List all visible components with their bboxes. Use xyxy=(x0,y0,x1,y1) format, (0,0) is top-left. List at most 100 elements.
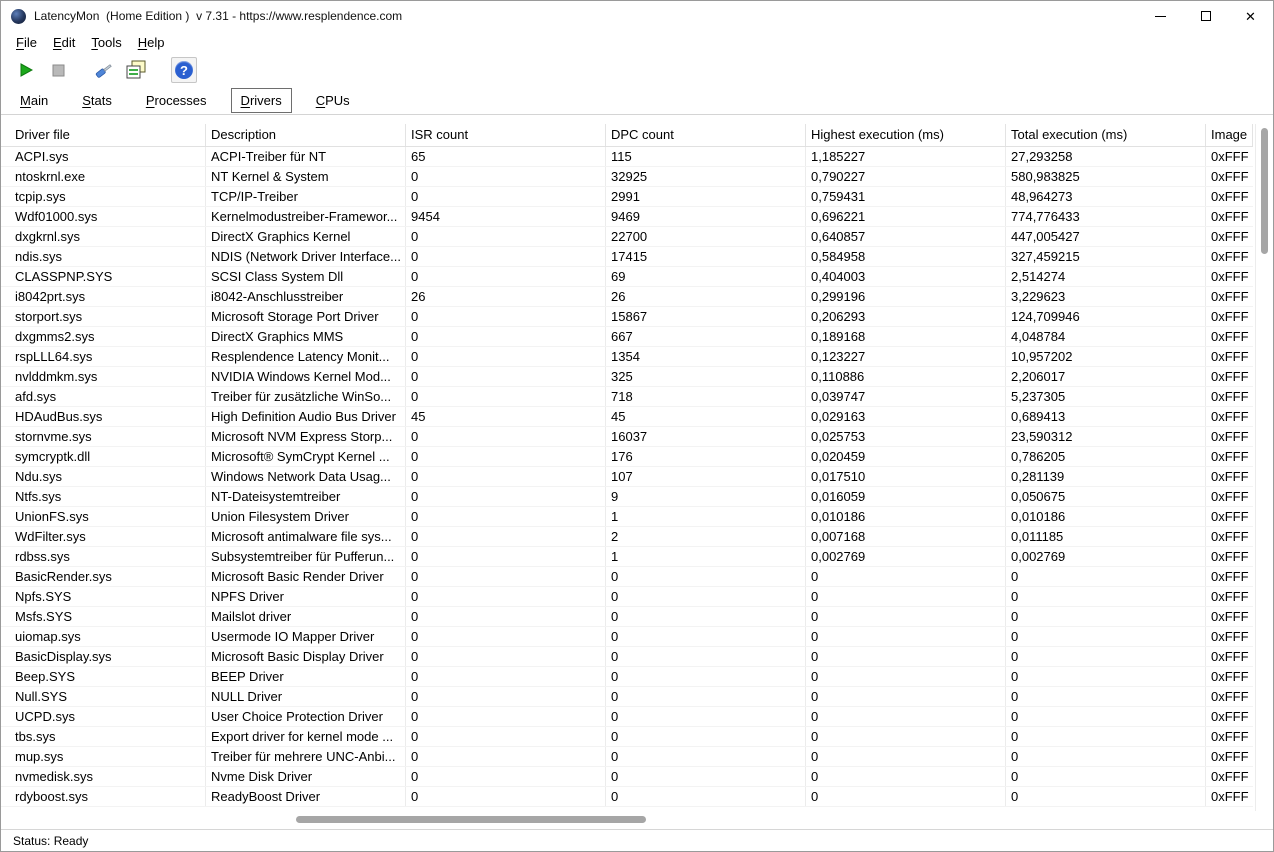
table-row[interactable]: storport.sysMicrosoft Storage Port Drive… xyxy=(1,307,1253,327)
close-button[interactable]: ✕ xyxy=(1228,1,1273,31)
table-row[interactable]: tcpip.sysTCP/IP-Treiber029910,75943148,9… xyxy=(1,187,1253,207)
table-row[interactable]: rdbss.sysSubsystemtreiber für Pufferun..… xyxy=(1,547,1253,567)
cell: tcpip.sys xyxy=(1,187,206,206)
tab-drivers[interactable]: Drivers xyxy=(231,88,292,113)
cell: ReadyBoost Driver xyxy=(206,787,406,806)
window-controls: ✕ xyxy=(1138,1,1273,31)
cell: Null.SYS xyxy=(1,687,206,706)
table-row[interactable]: WdFilter.sysMicrosoft antimalware file s… xyxy=(1,527,1253,547)
cell: 0,404003 xyxy=(806,267,1006,286)
tab-stats[interactable]: Stats xyxy=(72,88,122,113)
vertical-scrollbar-thumb[interactable] xyxy=(1261,128,1268,254)
table-row[interactable]: Ntfs.sysNT-Dateisystemtreiber090,0160590… xyxy=(1,487,1253,507)
report-button[interactable] xyxy=(123,57,149,83)
tab-processes[interactable]: Processes xyxy=(136,88,217,113)
table-row[interactable]: nvlddmkm.sysNVIDIA Windows Kernel Mod...… xyxy=(1,367,1253,387)
menu-item-file[interactable]: File xyxy=(8,33,45,52)
minimize-button[interactable] xyxy=(1138,1,1183,31)
cell: Microsoft Storage Port Driver xyxy=(206,307,406,326)
table-row[interactable]: ntoskrnl.exeNT Kernel & System0329250,79… xyxy=(1,167,1253,187)
table-row[interactable]: dxgkrnl.sysDirectX Graphics Kernel022700… xyxy=(1,227,1253,247)
cell: 0xFFF xyxy=(1206,307,1253,326)
column-header-dpc-count[interactable]: DPC count xyxy=(606,124,806,146)
start-monitor-button[interactable] xyxy=(13,57,39,83)
cell: 0,029163 xyxy=(806,407,1006,426)
table-row[interactable]: uiomap.sysUsermode IO Mapper Driver00000… xyxy=(1,627,1253,647)
horizontal-scrollbar[interactable] xyxy=(1,813,1253,826)
cell: 0xFFF xyxy=(1206,707,1253,726)
cell: Usermode IO Mapper Driver xyxy=(206,627,406,646)
cell: nvmedisk.sys xyxy=(1,767,206,786)
table-row[interactable]: symcryptk.dllMicrosoft® SymCrypt Kernel … xyxy=(1,447,1253,467)
cell: 0 xyxy=(806,687,1006,706)
table-row[interactable]: Beep.SYSBEEP Driver00000xFFF xyxy=(1,667,1253,687)
cell: 45 xyxy=(606,407,806,426)
cell: Ndu.sys xyxy=(1,467,206,486)
tools-button[interactable] xyxy=(91,57,117,83)
cell: 0 xyxy=(406,167,606,186)
horizontal-scrollbar-thumb[interactable] xyxy=(296,816,646,823)
table-row[interactable]: dxgmms2.sysDirectX Graphics MMS06670,189… xyxy=(1,327,1253,347)
cell: 0,010186 xyxy=(806,507,1006,526)
table-row[interactable]: BasicDisplay.sysMicrosoft Basic Display … xyxy=(1,647,1253,667)
table-row[interactable]: ndis.sysNDIS (Network Driver Interface..… xyxy=(1,247,1253,267)
table-row[interactable]: rdyboost.sysReadyBoost Driver00000xFFF xyxy=(1,787,1253,807)
tab-main[interactable]: Main xyxy=(10,88,58,113)
cell: 0 xyxy=(406,767,606,786)
table-header-row: Driver fileDescriptionISR countDPC count… xyxy=(1,124,1253,147)
table-row[interactable]: Wdf01000.sysKernelmodustreiber-Framewor.… xyxy=(1,207,1253,227)
table-row[interactable]: UnionFS.sysUnion Filesystem Driver010,01… xyxy=(1,507,1253,527)
cell: 2991 xyxy=(606,187,806,206)
cell: 0 xyxy=(406,347,606,366)
column-header-description[interactable]: Description xyxy=(206,124,406,146)
stop-monitor-button[interactable] xyxy=(45,57,71,83)
table-row[interactable]: Msfs.SYSMailslot driver00000xFFF xyxy=(1,607,1253,627)
table-row[interactable]: afd.sysTreiber für zusätzliche WinSo...0… xyxy=(1,387,1253,407)
cell: 0 xyxy=(1006,587,1206,606)
table-row[interactable]: HDAudBus.sysHigh Definition Audio Bus Dr… xyxy=(1,407,1253,427)
cell: Export driver for kernel mode ... xyxy=(206,727,406,746)
table-row[interactable]: UCPD.sysUser Choice Protection Driver000… xyxy=(1,707,1253,727)
tab-cpus[interactable]: CPUs xyxy=(306,88,360,113)
cell: 65 xyxy=(406,147,606,166)
table-row[interactable]: CLASSPNP.SYSSCSI Class System Dll0690,40… xyxy=(1,267,1253,287)
table-row[interactable]: ACPI.sysACPI-Treiber für NT651151,185227… xyxy=(1,147,1253,167)
cell: UnionFS.sys xyxy=(1,507,206,526)
cell: 327,459215 xyxy=(1006,247,1206,266)
table-row[interactable]: nvmedisk.sysNvme Disk Driver00000xFFF xyxy=(1,767,1253,787)
cell: 0 xyxy=(606,747,806,766)
cell: 16037 xyxy=(606,427,806,446)
table-row[interactable]: Ndu.sysWindows Network Data Usag...01070… xyxy=(1,467,1253,487)
table-row[interactable]: Null.SYSNULL Driver00000xFFF xyxy=(1,687,1253,707)
column-header-isr-count[interactable]: ISR count xyxy=(406,124,606,146)
column-header-driver-file[interactable]: Driver file xyxy=(1,124,206,146)
column-header-image[interactable]: Image xyxy=(1206,124,1253,146)
vertical-scrollbar[interactable] xyxy=(1255,124,1272,811)
cell: 0,017510 xyxy=(806,467,1006,486)
cell: 0xFFF xyxy=(1206,407,1253,426)
cell: NT-Dateisystemtreiber xyxy=(206,487,406,506)
table-row[interactable]: Npfs.SYSNPFS Driver00000xFFF xyxy=(1,587,1253,607)
cell: Mailslot driver xyxy=(206,607,406,626)
table-row[interactable]: rspLLL64.sysResplendence Latency Monit..… xyxy=(1,347,1253,367)
cell: 0 xyxy=(606,667,806,686)
cell: 26 xyxy=(406,287,606,306)
menu-item-tools[interactable]: Tools xyxy=(83,33,129,52)
cell: NT Kernel & System xyxy=(206,167,406,186)
maximize-button[interactable] xyxy=(1183,1,1228,31)
cell: 22700 xyxy=(606,227,806,246)
cell: 0xFFF xyxy=(1206,527,1253,546)
cell: 718 xyxy=(606,387,806,406)
menu-item-edit[interactable]: Edit xyxy=(45,33,83,52)
help-button[interactable]: ? xyxy=(171,57,197,83)
menu-item-help[interactable]: Help xyxy=(130,33,173,52)
table-row[interactable]: BasicRender.sysMicrosoft Basic Render Dr… xyxy=(1,567,1253,587)
table-row[interactable]: mup.sysTreiber für mehrere UNC-Anbi...00… xyxy=(1,747,1253,767)
cell: 0xFFF xyxy=(1206,387,1253,406)
maximize-icon xyxy=(1201,11,1211,21)
column-header-total-execution-ms[interactable]: Total execution (ms) xyxy=(1006,124,1206,146)
table-row[interactable]: stornvme.sysMicrosoft NVM Express Storp.… xyxy=(1,427,1253,447)
column-header-highest-execution-ms[interactable]: Highest execution (ms) xyxy=(806,124,1006,146)
table-row[interactable]: tbs.sysExport driver for kernel mode ...… xyxy=(1,727,1253,747)
table-row[interactable]: i8042prt.sysi8042-Anschlusstreiber26260,… xyxy=(1,287,1253,307)
